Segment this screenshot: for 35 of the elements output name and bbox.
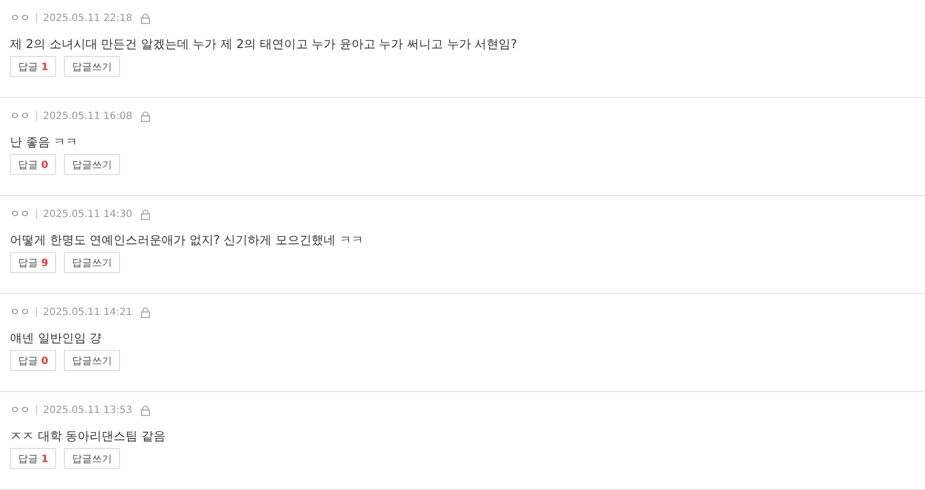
lock-icon (140, 306, 152, 318)
comment-text: 난 좋음 ㅋㅋ (10, 134, 79, 150)
author-name: ㅇㅇ (10, 12, 30, 25)
author-name: ㅇㅇ (10, 404, 30, 417)
reply-count: 0 (41, 160, 48, 170)
comment-text: 얘넨 일반인임 걍 (10, 330, 103, 346)
write-reply-button[interactable]: 답글쓰기 (64, 252, 120, 273)
comment-text: 제 2의 소녀시대 만든건 알겠는데 누가 제 2의 태연이고 누가 윤아고 누가 써니고 누가 서현임? (10, 36, 518, 52)
reply-count: 0 (41, 356, 48, 366)
write-reply-button[interactable]: 답글쓰기 (64, 350, 120, 371)
reply-count-button[interactable]: 답글 1 (10, 448, 56, 469)
author-name: ㅇㅇ (10, 110, 30, 123)
lock-icon (140, 208, 152, 220)
comment-text: 어떻게 한명도 연예인스러운애가 없지? 신기하게 모으긴했네 ㅋㅋ (10, 232, 364, 248)
author-name: ㅇㅇ (10, 208, 30, 221)
write-reply-button[interactable]: 답글쓰기 (64, 448, 120, 469)
comment-date: 2025.05.11 14:21 (43, 306, 132, 318)
write-reply-button[interactable]: 답글쓰기 (64, 154, 120, 175)
reply-count: 1 (41, 454, 48, 464)
comment-text: ㅈㅈ 대학 동아리댄스팀 같음 (10, 428, 166, 444)
reply-count: 1 (41, 62, 48, 72)
lock-icon (140, 110, 152, 122)
reply-count-button[interactable]: 답글 9 (10, 252, 56, 273)
comment-date: 2025.05.11 14:30 (43, 208, 132, 220)
comment-date: 2025.05.11 16:08 (43, 110, 132, 122)
write-reply-button[interactable]: 답글쓰기 (64, 56, 120, 77)
lock-icon (140, 12, 152, 24)
reply-count-button[interactable]: 답글 1 (10, 56, 56, 77)
reply-count: 9 (41, 258, 48, 268)
lock-icon (140, 404, 152, 416)
reply-count-button[interactable]: 답글 0 (10, 154, 56, 175)
reply-count-button[interactable]: 답글 0 (10, 350, 56, 371)
comment-date: 2025.05.11 22:18 (43, 12, 132, 24)
author-name: ㅇㅇ (10, 306, 30, 319)
comment-date: 2025.05.11 13:53 (43, 404, 132, 416)
